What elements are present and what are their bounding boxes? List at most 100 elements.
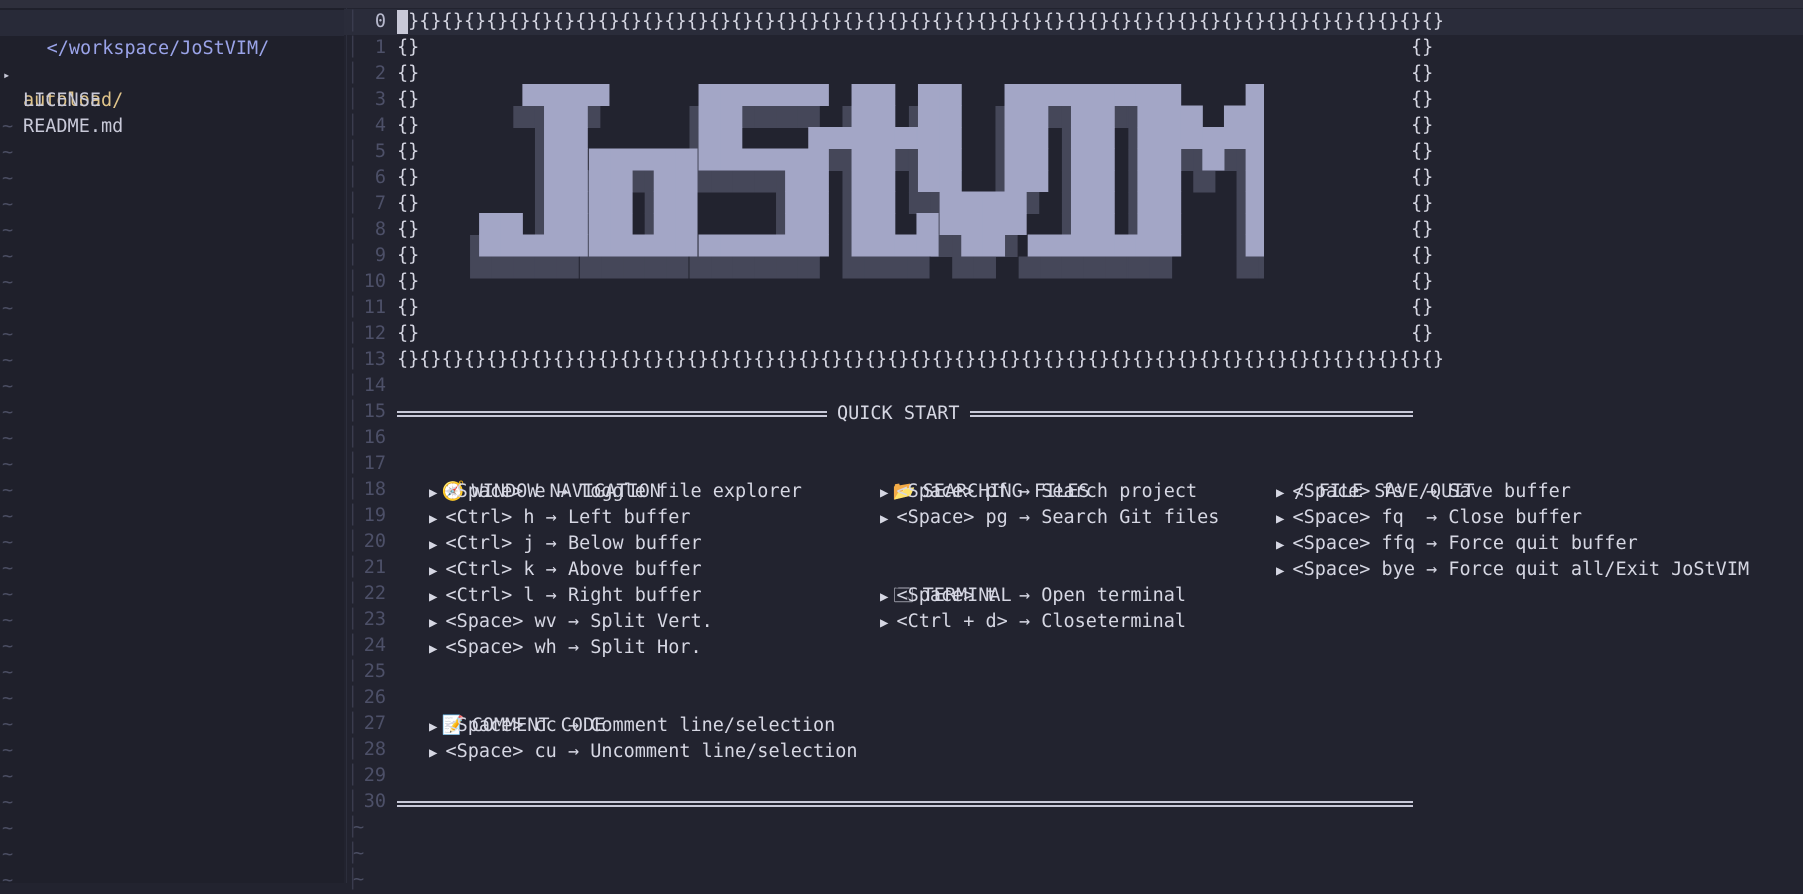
empty-line-marker: ~	[2, 428, 14, 449]
line-number: 7	[374, 193, 386, 214]
logo-letter-pixel	[522, 234, 545, 257]
empty-line-marker: ~	[2, 376, 14, 397]
empty-line-marker: ~	[2, 662, 14, 683]
logo-letter-pixel	[1026, 105, 1049, 128]
window-nav-item[interactable]: ▶ <Ctrl> l → Right buffer	[429, 583, 702, 609]
shortcut-text: <Ctrl> k → Above buffer	[445, 559, 702, 580]
logo-letter-pixel	[720, 105, 743, 128]
section-window-navigation: 🧭 WINDOW NAVIGATION	[397, 453, 661, 502]
empty-line-marker: ~	[2, 324, 14, 345]
logo-letter-pixel	[1245, 170, 1264, 192]
brace-border-bottom: {}{}{}{}{}{}{}{}{}{}{}{}{}{}{}{}{}{}{}{}…	[397, 349, 1444, 370]
bullet-arrow-icon: ▶	[1276, 563, 1285, 579]
logo-shadow-pixel	[623, 256, 646, 279]
window-nav-item[interactable]: ▶ <Space> e → Toggle file explorer	[429, 479, 802, 505]
brace-left: {}	[397, 115, 420, 136]
line-number: 6	[374, 167, 386, 188]
logo-letter-pixel	[544, 170, 567, 192]
explorer-item-autoload[interactable]: ▸ autoload/	[0, 36, 344, 111]
logo-shadow-pixel	[1061, 256, 1085, 279]
window-nav-item[interactable]: ▶ <Ctrl> k → Above buffer	[429, 557, 702, 583]
logo-letter-pixel	[961, 234, 984, 257]
bullet-arrow-icon: ▶	[429, 563, 438, 579]
logo-letter-pixel	[698, 105, 721, 128]
logo-shadow-pixel	[1236, 256, 1259, 279]
comment-item[interactable]: ▶ <Space> cc → Comment line/selection	[429, 713, 835, 739]
logo-letter-pixel	[829, 127, 853, 149]
logo-shadow-pixel	[470, 256, 493, 279]
file-save-item[interactable]: ▶ <Space> ffq → Force quit buffer	[1276, 531, 1638, 557]
logo-letter-pixel	[1070, 105, 1094, 128]
file-save-item[interactable]: ▶ <Space> fq → Close buffer	[1276, 505, 1582, 531]
line-number: 20	[363, 531, 386, 552]
explorer-item-license[interactable]: LICENSE	[0, 62, 344, 111]
logo-letter-pixel	[1245, 234, 1264, 257]
empty-line-marker: ~	[2, 272, 14, 293]
logo-letter-pixel	[873, 170, 896, 192]
empty-line-marker: ~	[2, 506, 14, 527]
logo-letter-pixel	[698, 234, 721, 257]
logo-shadow-pixel	[754, 256, 777, 279]
logo-shadow-pixel	[908, 192, 932, 214]
section-file-save-quit: / FILE SAVE/QUIT	[1244, 453, 1475, 502]
logo-letter-pixel	[698, 127, 721, 149]
search-item[interactable]: ▶ <Space> pf → Search project	[880, 479, 1197, 505]
bullet-arrow-icon: ▶	[429, 511, 438, 527]
logo-letter-pixel	[741, 234, 764, 257]
explorer-item-readme[interactable]: README.md	[0, 88, 344, 137]
brace-right: {}	[1411, 245, 1434, 266]
logo-shadow-pixel	[907, 256, 930, 279]
editor-buffer[interactable]: │ 0 │ 1 │ 2 │ 3 │ 4 │ 5 │ 6 │ 7 │ 8 │ 9 │ 10 │ 11 │ 12 │ 13 │ 14 │ 15 │ 1…	[344, 8, 1803, 890]
brace-left: {}	[397, 141, 420, 162]
logo-letter-pixel	[1159, 105, 1182, 128]
empty-line-marker: ~	[2, 298, 14, 319]
logo-shadow-pixel	[754, 106, 777, 128]
logo-letter-pixel	[763, 148, 786, 171]
logo-letter-pixel	[1245, 148, 1264, 171]
explorer-root-path[interactable]: </workspace/JoStVIM/	[0, 10, 344, 59]
shortcut-text: <Ctrl + d> → Closeterminal	[896, 611, 1187, 632]
bullet-arrow-icon: ▶	[429, 537, 438, 553]
brace-left: {}	[397, 37, 420, 58]
logo-letter-pixel	[500, 234, 523, 257]
logo-letter-pixel	[544, 213, 567, 235]
logo-letter-pixel	[565, 213, 588, 235]
logo-letter-pixel	[1137, 191, 1160, 214]
logo-letter-pixel	[565, 105, 588, 128]
file-save-item[interactable]: ▶ <Space> fs → Save buffer	[1276, 479, 1571, 505]
logo-letter-pixel	[1202, 148, 1225, 171]
window-nav-item[interactable]: ▶ <Ctrl> h → Left buffer	[429, 505, 690, 531]
bullet-arrow-icon: ▶	[880, 485, 889, 501]
logo-letter-pixel	[1092, 84, 1115, 106]
bullet-arrow-icon: ▶	[429, 615, 438, 631]
logo-letter-pixel	[1092, 127, 1115, 149]
window-nav-item[interactable]: ▶ <Space> wv → Split Vert.	[429, 609, 713, 635]
empty-line-marker: ~	[2, 870, 14, 891]
terminal-item[interactable]: ▶ <Space> t → Open terminal	[880, 583, 1186, 609]
terminal-item[interactable]: ▶ <Ctrl + d> → Closeterminal	[880, 609, 1186, 635]
logo-letter-pixel	[1159, 191, 1182, 214]
empty-line-marker: ~	[2, 402, 14, 423]
window-nav-item[interactable]: ▶ <Ctrl> j → Below buffer	[429, 531, 702, 557]
logo-letter-pixel	[1026, 148, 1049, 171]
window-nav-item[interactable]: ▶ <Space> wh → Split Hor.	[429, 635, 702, 661]
shortcut-text: <Space> fq → Close buffer	[1292, 507, 1583, 528]
brace-right: {}	[1411, 141, 1434, 162]
logo-letter-pixel	[1159, 234, 1182, 257]
file-save-item[interactable]: ▶ <Space> bye → Force quit all/Exit JoStV…	[1276, 557, 1749, 583]
logo-letter-pixel	[1137, 105, 1160, 128]
logo-shadow-pixel	[1083, 256, 1106, 279]
file-explorer[interactable]: </workspace/JoStVIM/ ▸ autoload/ LICENSE…	[0, 8, 344, 891]
logo-letter-pixel	[806, 234, 829, 257]
shortcut-text: <Space> cc → Comment line/selection	[445, 715, 836, 736]
empty-line-marker: ~	[2, 610, 14, 631]
logo-shadow-pixel	[689, 256, 712, 279]
logo-shadow-pixel	[776, 256, 799, 279]
logo-letter-pixel	[1004, 84, 1027, 106]
comment-item[interactable]: ▶ <Space> cu → Uncomment line/selection	[429, 739, 858, 765]
logo-letter-pixel	[675, 148, 698, 171]
logo-letter-pixel	[1004, 105, 1027, 128]
logo-letter-pixel	[785, 148, 808, 171]
logo-letter-pixel	[785, 170, 808, 192]
search-item[interactable]: ▶ <Space> pg → Search Git files	[880, 505, 1219, 531]
